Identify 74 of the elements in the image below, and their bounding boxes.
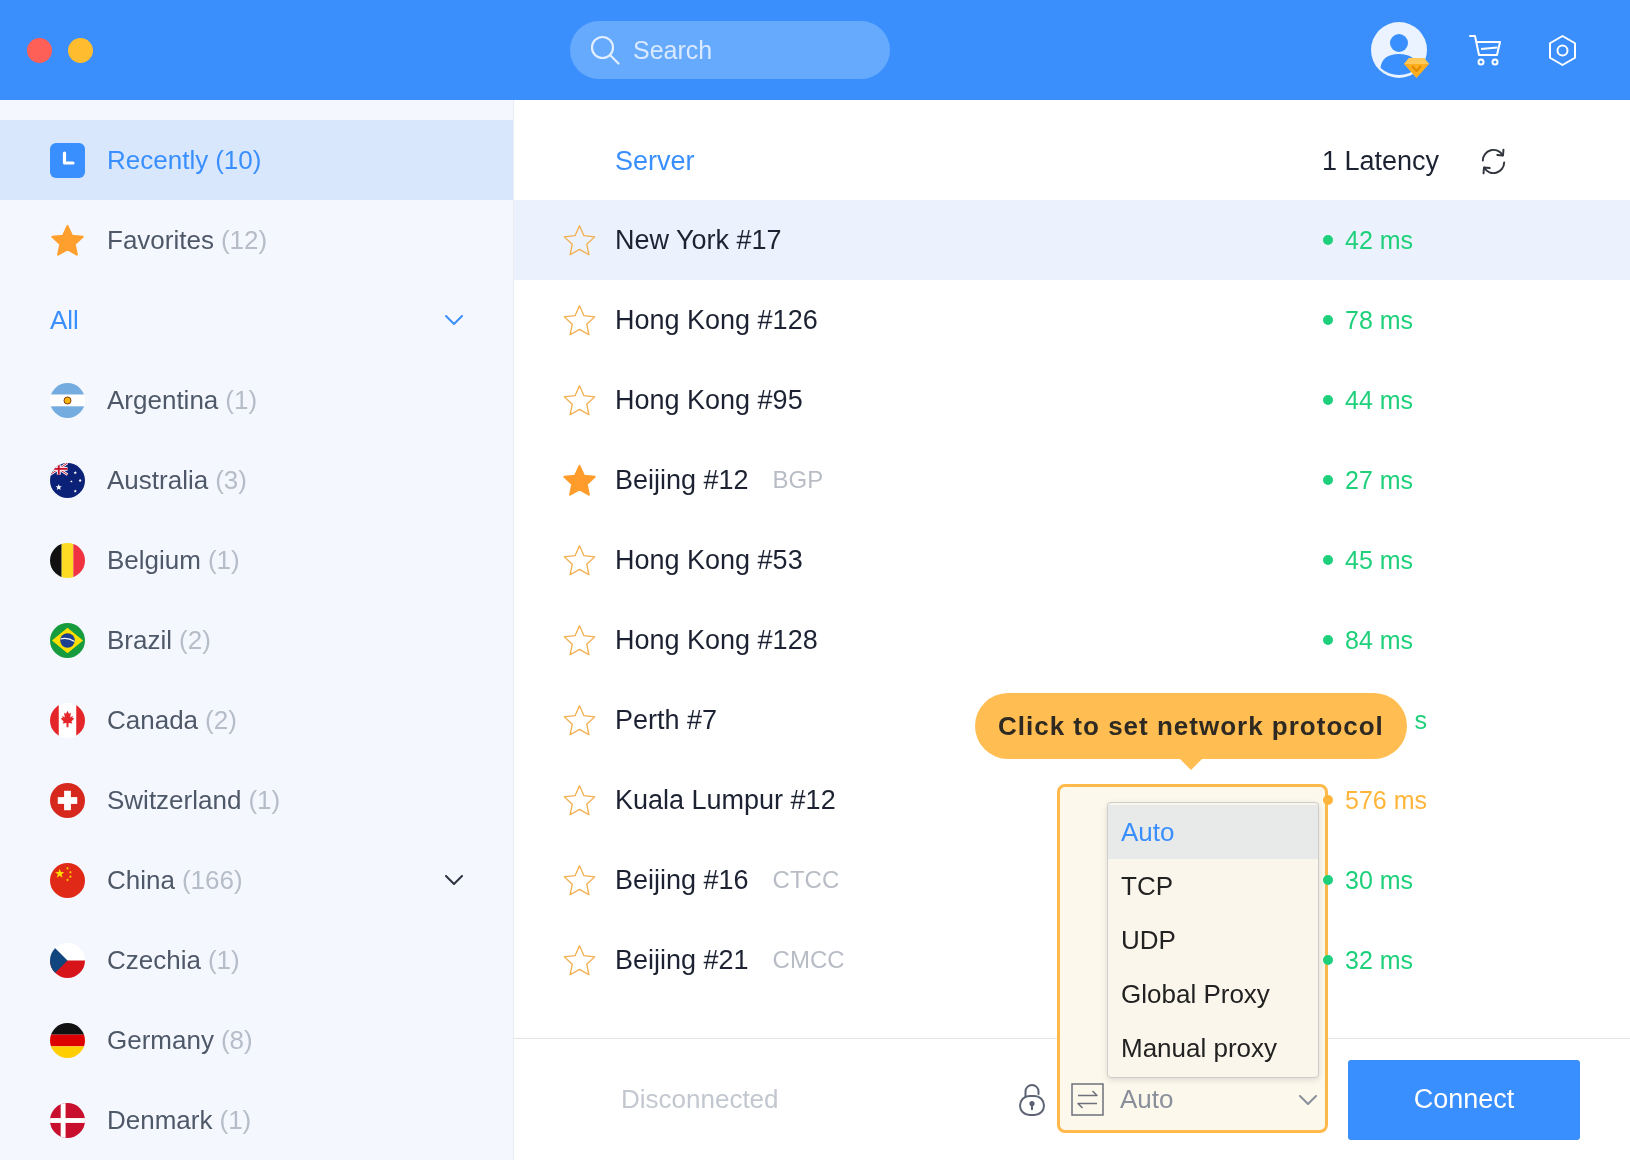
search-field[interactable]: Search bbox=[570, 21, 890, 79]
swap-arrows-icon bbox=[1071, 1083, 1104, 1116]
server-name[interactable]: Hong Kong #128 bbox=[615, 624, 818, 656]
server-name[interactable]: Beijing #21 bbox=[615, 944, 749, 976]
china-flag-icon bbox=[50, 862, 85, 898]
star-icon bbox=[50, 222, 85, 258]
country-item[interactable]: China (166) bbox=[0, 840, 513, 920]
country-item[interactable]: Belgium (1) bbox=[0, 520, 513, 600]
server-name[interactable]: Beijing #12 bbox=[615, 464, 749, 496]
country-item[interactable]: Argentina (1) bbox=[0, 360, 513, 440]
star-icon[interactable] bbox=[562, 782, 597, 818]
star-icon[interactable] bbox=[562, 702, 597, 738]
server-row[interactable]: New York #17 42 ms bbox=[514, 200, 1630, 280]
server-name[interactable]: Hong Kong #53 bbox=[615, 544, 803, 576]
chevron-down-icon[interactable] bbox=[445, 875, 463, 885]
australia-flag-icon bbox=[50, 462, 85, 498]
country-item[interactable]: Germany (8) bbox=[0, 1000, 513, 1080]
latency-text: 44 ms bbox=[1345, 385, 1414, 415]
menu-item[interactable]: TCP bbox=[1108, 859, 1318, 913]
server-tag: BGP bbox=[772, 466, 824, 494]
server-name[interactable]: Kuala Lumpur #12 bbox=[615, 784, 836, 816]
menu-item[interactable]: Manual proxy bbox=[1108, 1021, 1318, 1075]
settings-icon[interactable] bbox=[1546, 33, 1579, 67]
star-icon[interactable] bbox=[562, 462, 597, 498]
server-name[interactable]: Hong Kong #95 bbox=[615, 384, 803, 416]
latency-text: 30 ms bbox=[1345, 865, 1414, 895]
cart-icon[interactable] bbox=[1468, 32, 1504, 68]
country-item[interactable]: Brazil (2) bbox=[0, 600, 513, 680]
sidebar-item[interactable]: Favorites (12) bbox=[0, 200, 513, 280]
connection-status: Disconnected bbox=[621, 1084, 780, 1115]
lock-icon[interactable] bbox=[1018, 1082, 1046, 1117]
server-name[interactable]: New York #17 bbox=[615, 224, 782, 256]
latency-text: 84 ms bbox=[1345, 625, 1414, 655]
star-icon[interactable] bbox=[562, 942, 597, 978]
latency-text: 78 ms bbox=[1345, 305, 1414, 335]
server-tag: CTCC bbox=[772, 866, 840, 894]
switzerland-flag-icon bbox=[50, 782, 85, 818]
star-icon[interactable] bbox=[562, 622, 597, 658]
diamond-badge-icon bbox=[1404, 58, 1429, 78]
star-icon[interactable] bbox=[562, 862, 597, 898]
country-item[interactable]: Canada (2) bbox=[0, 680, 513, 760]
star-icon[interactable] bbox=[562, 542, 597, 578]
column-header[interactable]: 1 Latency bbox=[1321, 145, 1439, 177]
search-icon bbox=[590, 35, 620, 65]
minimize-icon[interactable] bbox=[68, 37, 93, 63]
menu-item[interactable]: UDP bbox=[1108, 913, 1318, 967]
close-icon[interactable] bbox=[27, 37, 52, 63]
latency-text: 32 ms bbox=[1345, 945, 1414, 975]
country-item[interactable]: Australia (3) bbox=[0, 440, 513, 520]
belgium-flag-icon bbox=[50, 542, 85, 578]
server-name[interactable]: Beijing #16 bbox=[615, 864, 749, 896]
denmark-flag-icon bbox=[50, 1102, 85, 1138]
latency-text: 27 ms bbox=[1345, 465, 1414, 495]
server-name[interactable]: Hong Kong #126 bbox=[615, 304, 818, 336]
argentina-flag-icon bbox=[50, 382, 85, 418]
czechia-flag-icon bbox=[50, 942, 85, 978]
country-item[interactable]: Czechia (1) bbox=[0, 920, 513, 1000]
germany-flag-icon bbox=[50, 1022, 85, 1058]
latency-text: 45 ms bbox=[1345, 545, 1414, 575]
canada-flag-icon bbox=[50, 702, 85, 738]
star-icon[interactable] bbox=[562, 222, 597, 258]
star-icon[interactable] bbox=[562, 302, 597, 338]
tooltip: Click to set network protocol bbox=[975, 693, 1407, 770]
country-item[interactable]: Switzerland (1) bbox=[0, 760, 513, 840]
brazil-flag-icon bbox=[50, 622, 85, 658]
latency-text: 42 ms bbox=[1345, 225, 1414, 255]
star-icon[interactable] bbox=[562, 382, 597, 418]
server-tag: CMCC bbox=[772, 946, 845, 974]
server-name[interactable]: Perth #7 bbox=[615, 704, 718, 736]
clock-icon bbox=[50, 142, 85, 178]
latency-text: s bbox=[1414, 705, 1427, 735]
country-item[interactable]: Denmark (1) bbox=[0, 1080, 513, 1160]
menu-item[interactable]: Global Proxy bbox=[1108, 967, 1318, 1021]
latency-text: 576 ms bbox=[1345, 785, 1427, 815]
